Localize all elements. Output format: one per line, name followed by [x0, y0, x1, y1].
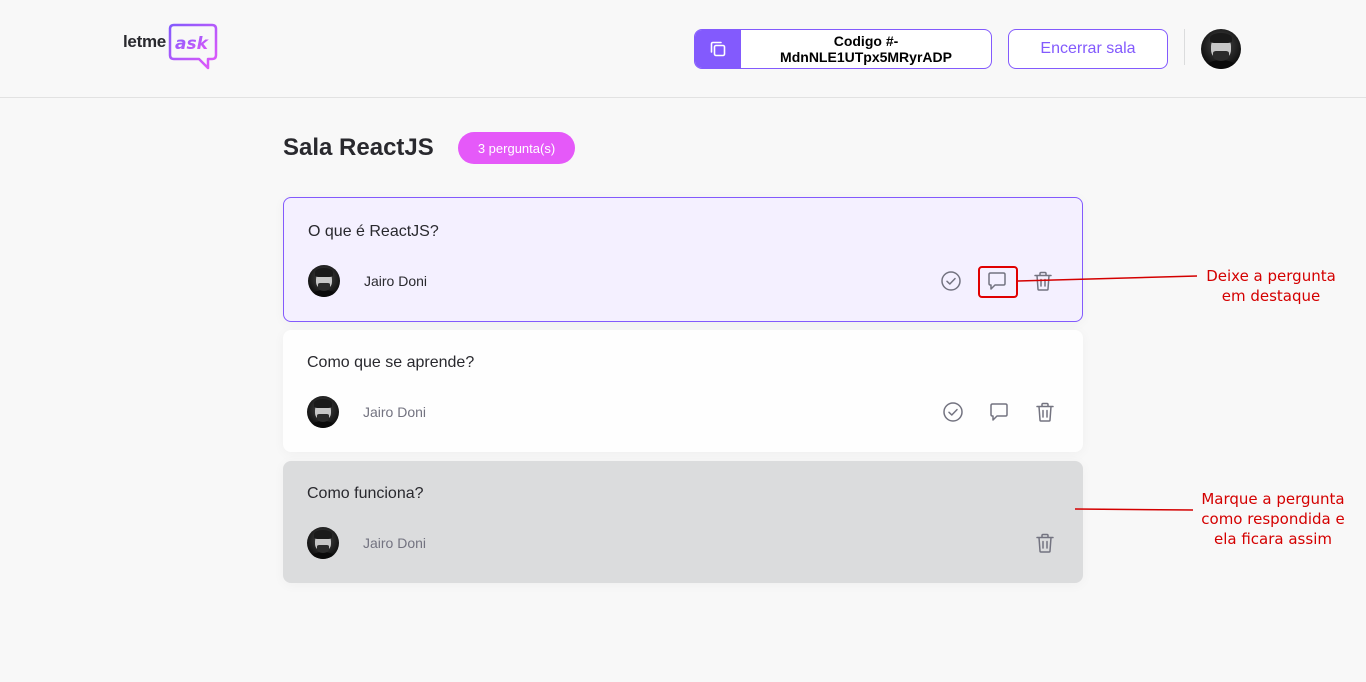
- logo-text-ask: ask: [175, 34, 210, 54]
- question-card-highlighted: O que é ReactJS? Jairo Doni: [283, 197, 1083, 322]
- page-header: letme ask Codigo #-MdnNLE1UTpx5MRyrADP E…: [0, 0, 1366, 98]
- author-name: Jairo Doni: [364, 273, 428, 289]
- header-divider: [1184, 29, 1185, 65]
- annotation-highlight-box: [978, 266, 1018, 298]
- question-card: Como que se aprende? Jairo Doni: [283, 330, 1083, 452]
- author-avatar: [307, 396, 339, 428]
- question-author: Jairo Doni: [307, 396, 426, 428]
- check-circle-icon[interactable]: [937, 267, 965, 295]
- annotation-line: Marque a pergunta: [1201, 490, 1345, 508]
- annotation-line: como respondida e: [1201, 510, 1345, 528]
- author-name: Jairo Doni: [363, 404, 427, 420]
- annotation-highlight-note: Deixe a pergunta em destaque: [1200, 266, 1342, 306]
- question-count-badge: 3 pergunta(s): [458, 132, 575, 164]
- end-room-button[interactable]: Encerrar sala: [1008, 29, 1168, 69]
- logo-text-letme: letme: [123, 32, 166, 51]
- room-code-button[interactable]: Codigo #-MdnNLE1UTpx5MRyrADP: [694, 29, 992, 69]
- trash-icon[interactable]: [1031, 398, 1059, 426]
- highlight-message-icon[interactable]: [985, 398, 1013, 426]
- author-avatar: [308, 265, 340, 297]
- question-text: O que é ReactJS?: [308, 223, 439, 240]
- annotation-line: ela ficara assim: [1214, 530, 1332, 548]
- user-avatar[interactable]: [1201, 29, 1241, 69]
- question-text: Como que se aprende?: [307, 354, 475, 371]
- author-name: Jairo Doni: [363, 535, 427, 551]
- question-author: Jairo Doni: [307, 527, 426, 559]
- question-actions: [939, 398, 1059, 426]
- annotation-line: Deixe a pergunta: [1206, 267, 1336, 285]
- chat-bubble-icon: ask: [168, 23, 218, 70]
- question-actions: [1031, 529, 1059, 557]
- annotation-line: em destaque: [1221, 287, 1321, 305]
- copy-icon: [695, 30, 741, 68]
- room-code-text: Codigo #-MdnNLE1UTpx5MRyrADP: [780, 33, 952, 65]
- annotation-answered-note: Marque a pergunta como respondida e ela …: [1198, 489, 1348, 549]
- trash-icon[interactable]: [1031, 529, 1059, 557]
- question-author: Jairo Doni: [308, 265, 427, 297]
- trash-icon[interactable]: [1029, 267, 1057, 295]
- question-text: Como funciona?: [307, 485, 424, 502]
- letmeask-logo[interactable]: letme ask: [122, 22, 222, 72]
- question-card-answered: Como funciona? Jairo Doni: [283, 461, 1083, 583]
- room-title: Sala ReactJS: [283, 134, 434, 161]
- check-circle-icon[interactable]: [939, 398, 967, 426]
- author-avatar: [307, 527, 339, 559]
